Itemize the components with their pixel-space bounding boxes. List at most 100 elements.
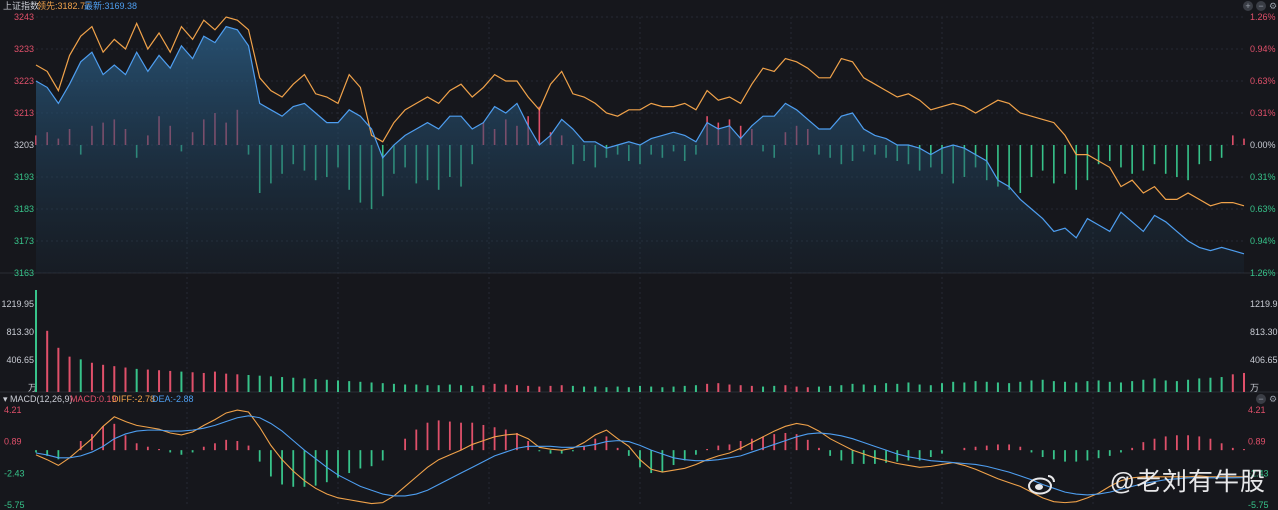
- volume-bar: [247, 375, 250, 392]
- volume-tick-left: 1219.95: [1, 299, 34, 309]
- volume-bar: [694, 385, 697, 392]
- volume-bar: [1131, 381, 1134, 392]
- volume-bar: [605, 387, 608, 392]
- price-change-bar: [538, 106, 541, 145]
- volume-bar: [392, 383, 395, 392]
- index-name: 上证指数: [3, 1, 40, 11]
- volume-bar: [1243, 372, 1245, 392]
- volume-bar: [1075, 382, 1078, 392]
- price-tick-right: 0.00%: [1250, 140, 1276, 150]
- macd-histogram-bar: [269, 450, 272, 477]
- macd-histogram-bar: [281, 450, 283, 485]
- price-change-bar: [1053, 145, 1055, 184]
- macd-tick-right: 4.21: [1248, 405, 1266, 415]
- volume-bar: [963, 382, 966, 392]
- volume-bar: [1108, 381, 1111, 392]
- macd-settings-icon[interactable]: ⚙: [1269, 394, 1277, 404]
- macd-histogram-bar: [448, 421, 451, 451]
- price-change-bar: [1209, 145, 1212, 161]
- zoom-in-icon[interactable]: +: [1243, 1, 1253, 11]
- volume-bar: [113, 366, 116, 392]
- macd-histogram-bar: [91, 434, 93, 451]
- volume-tick-right: 406.65: [1250, 355, 1278, 365]
- macd-histogram-bar: [437, 420, 440, 451]
- price-tick-right: 0.63%: [1250, 76, 1276, 86]
- macd-histogram-bar: [1142, 442, 1145, 451]
- volume-tick-right: 813.30: [1250, 327, 1278, 337]
- macd-histogram-bar: [202, 446, 205, 451]
- volume-bar: [102, 364, 105, 392]
- volume-bar: [851, 383, 854, 392]
- price-change-bar: [1243, 138, 1245, 145]
- volume-bar: [1209, 377, 1212, 392]
- macd-histogram-bar: [1086, 450, 1089, 461]
- volume-bar: [549, 385, 552, 392]
- volume-bar: [862, 384, 865, 392]
- volume-bar: [538, 386, 541, 392]
- volume-bar: [57, 347, 60, 392]
- macd-histogram-bar: [1052, 450, 1055, 460]
- macd-histogram-bar: [426, 422, 429, 451]
- macd-histogram-bar: [1164, 436, 1167, 451]
- price-tick-left: 3213: [14, 108, 34, 118]
- macd-tick-right: 0.89: [1248, 437, 1266, 447]
- volume-bar: [404, 384, 407, 392]
- volume-bar: [750, 385, 753, 392]
- volume-bar: [68, 356, 71, 392]
- volume-bar: [739, 385, 742, 392]
- volume-bar: [1052, 381, 1055, 392]
- volume-bar: [314, 379, 317, 392]
- volume-bar: [918, 384, 921, 392]
- volume-bar: [515, 385, 518, 392]
- volume-bar: [460, 385, 463, 392]
- settings-icon[interactable]: ⚙: [1269, 1, 1277, 11]
- volume-bar: [146, 369, 149, 392]
- macd-histogram-bar: [717, 445, 720, 451]
- macd-value: MACD:0.19: [70, 394, 117, 404]
- volume-bar: [269, 376, 272, 392]
- volume-bar: [493, 383, 496, 392]
- volume-bar: [90, 362, 93, 392]
- macd-tick-left: -2.43: [4, 468, 25, 478]
- macd-histogram-bar: [214, 443, 216, 451]
- macd-histogram-bar: [493, 427, 496, 451]
- volume-tick-left: 406.65: [6, 355, 34, 365]
- macd-histogram-bar: [370, 450, 373, 467]
- macd-histogram-bar: [415, 429, 418, 451]
- volume-tick-right: 1219.95: [1250, 299, 1278, 309]
- macd-histogram-bar: [1064, 450, 1066, 462]
- price-change-bar: [1164, 145, 1167, 174]
- volume-unit-right: 万: [1250, 383, 1259, 393]
- macd-histogram-bar: [1243, 449, 1245, 451]
- volume-bar: [650, 386, 653, 392]
- macd-zoom-out-icon[interactable]: −: [1256, 394, 1266, 404]
- volume-bar: [124, 367, 127, 392]
- price-change-bar: [1153, 145, 1156, 165]
- price-change-bar: [1232, 135, 1234, 145]
- zoom-out-icon[interactable]: −: [1256, 1, 1266, 11]
- macd-histogram-bar: [158, 449, 160, 451]
- volume-bar: [180, 371, 183, 392]
- macd-histogram-bar: [247, 445, 250, 451]
- macd-histogram-bar: [1198, 436, 1201, 451]
- macd-histogram-bar: [1019, 446, 1022, 451]
- macd-histogram-bar: [851, 450, 854, 464]
- macd-histogram-bar: [135, 443, 138, 451]
- price-tick-right: 0.94%: [1250, 236, 1276, 246]
- volume-bar: [627, 387, 630, 392]
- volume-bar: [482, 385, 485, 392]
- volume-bar: [616, 386, 619, 392]
- macd-histogram-bar: [1187, 435, 1189, 451]
- macd-histogram-bar: [538, 450, 541, 452]
- volume-bar: [292, 377, 295, 392]
- price-tick-left: 3193: [14, 172, 34, 182]
- volume-bar: [448, 384, 451, 392]
- price-tick-left: 3203: [14, 140, 34, 150]
- macd-histogram-bar: [504, 429, 507, 451]
- lead-label: 领先:3182.77: [37, 1, 91, 11]
- macd-histogram-bar: [683, 450, 686, 461]
- volume-bar: [683, 385, 686, 392]
- volume-bar: [941, 383, 943, 392]
- volume-bar: [773, 385, 776, 392]
- price-change-bar: [1176, 145, 1178, 177]
